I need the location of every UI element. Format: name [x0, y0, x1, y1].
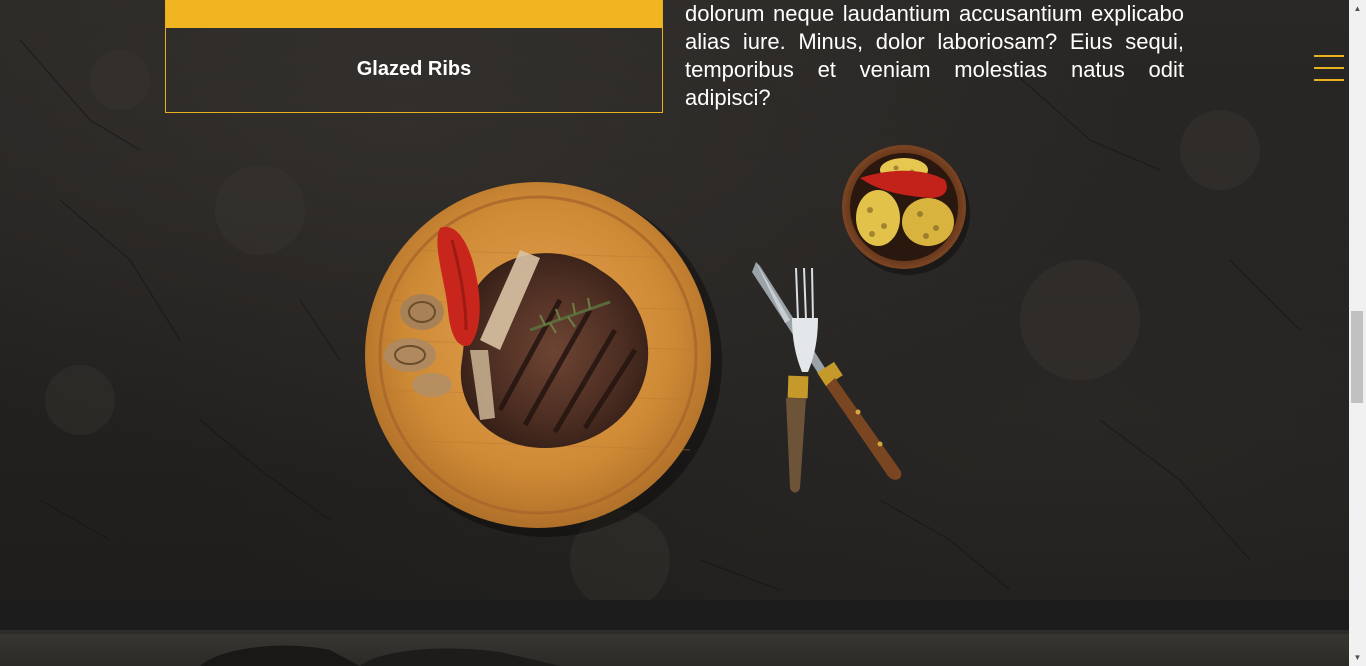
- section-divider: [0, 600, 1349, 630]
- grilled-onion: [400, 294, 444, 330]
- vertical-scrollbar[interactable]: ▲ ▼: [1349, 0, 1366, 666]
- scroll-up-arrow-icon[interactable]: ▲: [1349, 0, 1366, 17]
- food-scene: [365, 145, 970, 537]
- scroll-down-arrow-icon[interactable]: ▼: [1349, 649, 1366, 666]
- knife: [752, 262, 902, 480]
- scrollbar-thumb[interactable]: [1351, 311, 1363, 403]
- hero-section: Glazed Ribs dolorum neque laudantium acc…: [0, 0, 1349, 600]
- fork: [786, 268, 818, 493]
- page-viewport: Glazed Ribs dolorum neque laudantium acc…: [0, 0, 1349, 666]
- next-section-image: [0, 630, 1349, 666]
- next-section-preview: [0, 630, 1349, 666]
